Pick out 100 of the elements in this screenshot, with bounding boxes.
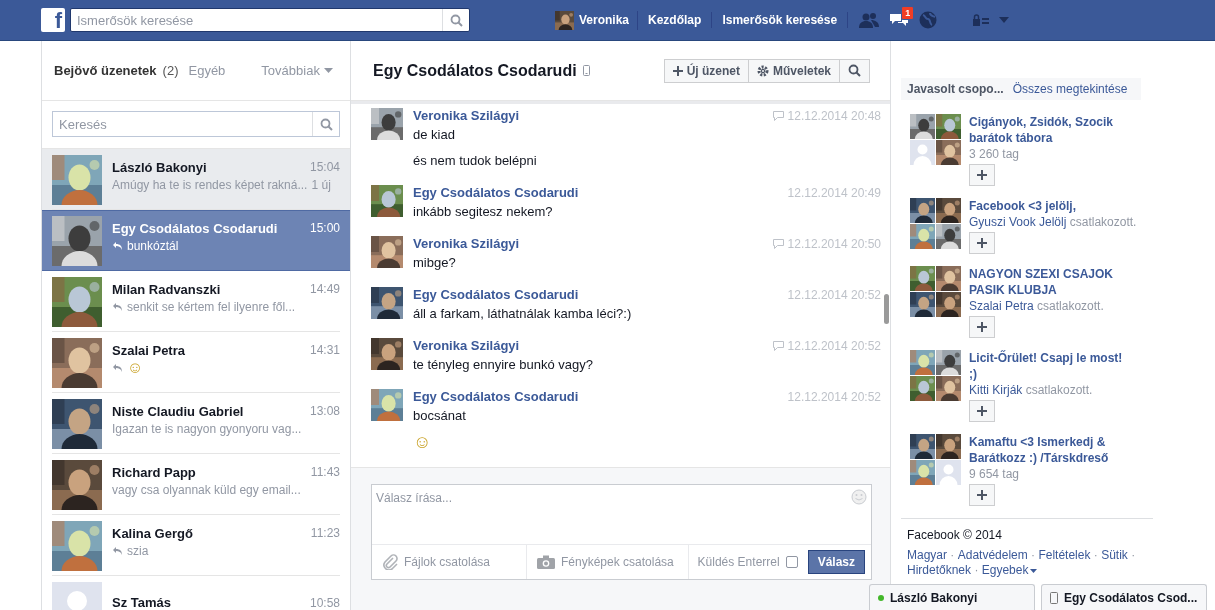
reply-box[interactable]: Válasz írása... Fájlok csatolása Fényképek csatolása Küldés Enterrel Válasz	[371, 484, 872, 580]
conversation-item[interactable]: Szalai Petra 14:31 ☺	[42, 332, 350, 393]
paperclip-icon	[382, 554, 398, 570]
footer-link[interactable]: Hirdetőknek	[907, 563, 972, 578]
scrollbar-thumb[interactable]	[884, 294, 889, 324]
smiley-emoji: ☺	[127, 360, 144, 375]
conversation-title: Egy Csodálatos Csodarudi	[373, 61, 577, 80]
message-time: 11:43	[310, 465, 340, 479]
message-preview: Igazan te is nagyon gyonyoru vag...	[112, 421, 302, 436]
join-button[interactable]	[969, 484, 995, 506]
message-text: inkább segitesz nekem?	[413, 204, 554, 219]
sender-name[interactable]: Egy Csodálatos Csodarudi	[413, 185, 579, 200]
conversation-item[interactable]: Richard Papp 11:43 vagy csa olyannak küld egy email...	[42, 454, 350, 515]
contact-name: Milan Radvanszki	[112, 281, 221, 297]
inbox-title[interactable]: Bejövő üzenetek	[54, 63, 157, 78]
message-preview: bunkóztál	[127, 238, 179, 253]
join-button[interactable]	[969, 164, 995, 186]
search-input[interactable]: Keresés	[53, 116, 312, 132]
contact-name: Niste Claudiu Gabriel	[112, 403, 244, 419]
smiley-icon	[851, 489, 867, 505]
nav-link[interactable]: Kezdőlap	[638, 12, 713, 28]
message-time: 15:00	[309, 221, 340, 235]
footer-link[interactable]: Sütik	[1101, 548, 1128, 563]
see-all-link[interactable]: Összes megtekintése	[1012, 82, 1128, 96]
message-time: 12.12.2014 20:49	[787, 185, 881, 200]
group-name[interactable]: NAGYON SZEXI CSAJOK PASIK KLUBJA	[969, 266, 1127, 298]
search-input[interactable]: Ismerősök keresése	[71, 12, 442, 28]
profile-link[interactable]: Veronika	[579, 13, 630, 27]
conversation-item[interactable]: Egy Csodálatos Csodarudi 15:00 bunkóztál	[42, 210, 350, 271]
sender-name[interactable]: Veronika Szilágyi	[413, 338, 520, 353]
joined-note: Kitti Kirják csatlakozott.	[969, 382, 1093, 398]
join-button[interactable]	[969, 400, 995, 422]
person-link[interactable]: Szalai Petra	[969, 299, 1034, 313]
chat-tab[interactable]: László Bakonyi	[869, 584, 1035, 610]
plus-icon	[977, 490, 987, 500]
sender-name[interactable]: Egy Csodálatos Csodarudi	[413, 389, 579, 404]
message-text: és nem tudok belépni	[413, 153, 538, 168]
join-button[interactable]	[969, 232, 995, 254]
plus-icon	[977, 406, 987, 416]
group-name[interactable]: Cigányok, Zsidók, Szocik barátok tábora	[969, 114, 1127, 146]
conversation-item[interactable]: Kalina Gergő 11:23 szia	[42, 515, 350, 576]
message-preview: Amúgy ha te is rendes képet rakná...	[112, 177, 308, 192]
sender-name[interactable]: Veronika Szilágyi	[413, 236, 520, 251]
message-text: áll a farkam, láthatnálak kamba léci?:)	[413, 306, 633, 321]
message-time: 10:58	[309, 595, 340, 610]
plus-icon	[672, 65, 683, 76]
chat-tab[interactable]: Egy Csodálatos Csod...	[1041, 584, 1207, 610]
section-title: Javasolt csopo...	[907, 82, 1004, 96]
checkbox-label: Küldés Enterrel	[697, 555, 780, 569]
reply-button[interactable]: Válasz	[807, 550, 865, 574]
group-name[interactable]: Facebook <3 jelölj,	[969, 198, 1077, 214]
search-field[interactable]: Ismerősök keresése	[70, 8, 470, 32]
message-time: 12.12.2014 20:48	[787, 108, 881, 123]
message-time: 11:23	[310, 526, 340, 540]
footer-link[interactable]: Magyar	[907, 548, 947, 563]
gear-icon	[756, 64, 769, 77]
group-name[interactable]: Licit-Őrület! Csapj le most! ;)	[969, 350, 1127, 382]
contact-name: Sz Tamás	[112, 595, 171, 610]
checkbox[interactable]	[785, 556, 798, 568]
plus-icon	[977, 170, 987, 180]
conversation-item[interactable]: László Bakonyi 15:04 Amúgy ha te is rendes képet rakná... 1 új	[42, 149, 350, 210]
search-button[interactable]	[839, 58, 870, 83]
actions-button[interactable]: Műveletek	[747, 58, 840, 83]
footer-link[interactable]: Egyebek	[981, 563, 1038, 578]
globe-icon	[918, 10, 939, 30]
message-time: 12.12.2014 20:52	[787, 389, 881, 404]
message-count: (2)	[162, 63, 179, 78]
caret-icon	[998, 16, 1011, 24]
footer-link[interactable]: Adatvédelem	[957, 548, 1028, 563]
smiley-emoji: ☺	[413, 434, 433, 450]
sender-name[interactable]: Veronika Szilágyi	[413, 108, 520, 123]
nav-link[interactable]: Ismerősök keresése	[712, 12, 849, 28]
sender-name[interactable]: Egy Csodálatos Csodarudi	[413, 287, 579, 302]
group-name[interactable]: Kamaftu <3 Ismerkedj & Barátkozz :) /Társkdreső	[969, 434, 1127, 466]
separator: ·	[974, 563, 979, 577]
join-button[interactable]	[969, 316, 995, 338]
separator: ·	[1093, 548, 1098, 562]
search-icon	[319, 117, 333, 131]
conversation-item[interactable]: Milan Radvanszki 14:49 senkit se kértem fel ilyenre fől...	[42, 271, 350, 332]
conversation-item[interactable]: Sz Tamás 10:58	[42, 576, 350, 610]
person-link[interactable]: Gyuszi Vook Jelölj	[969, 215, 1067, 229]
message-time: 14:31	[309, 343, 340, 357]
contact-name: Szalai Petra	[112, 342, 185, 358]
joined-note: Szalai Petra csatlakozott.	[969, 298, 1104, 314]
message-preview: szia	[127, 543, 149, 558]
logo[interactable]: f	[41, 8, 65, 32]
message-text: te tényleg ennyire bunkó vagy?	[413, 357, 594, 372]
conversation-item[interactable]: Niste Claudiu Gabriel 13:08 Igazan te is nagyon gyonyoru vag...	[42, 393, 350, 454]
message-time: 12.12.2014 20:52	[787, 338, 881, 353]
separator: ·	[1031, 548, 1036, 562]
search-icon	[449, 13, 463, 27]
footer-link[interactable]: Feltételek	[1038, 548, 1091, 563]
message-time: 12.12.2014 20:52	[787, 287, 881, 302]
new-message-button[interactable]: Új üzenet	[663, 58, 749, 83]
contact-name: Kalina Gergő	[112, 525, 193, 541]
person-link[interactable]: Kitti Kirják	[969, 383, 1023, 397]
message-time: 12.12.2014 20:50	[787, 236, 881, 251]
member-count: 3 260 tag	[969, 146, 1020, 162]
separator: ·	[1131, 548, 1136, 562]
plus-icon	[977, 238, 987, 248]
